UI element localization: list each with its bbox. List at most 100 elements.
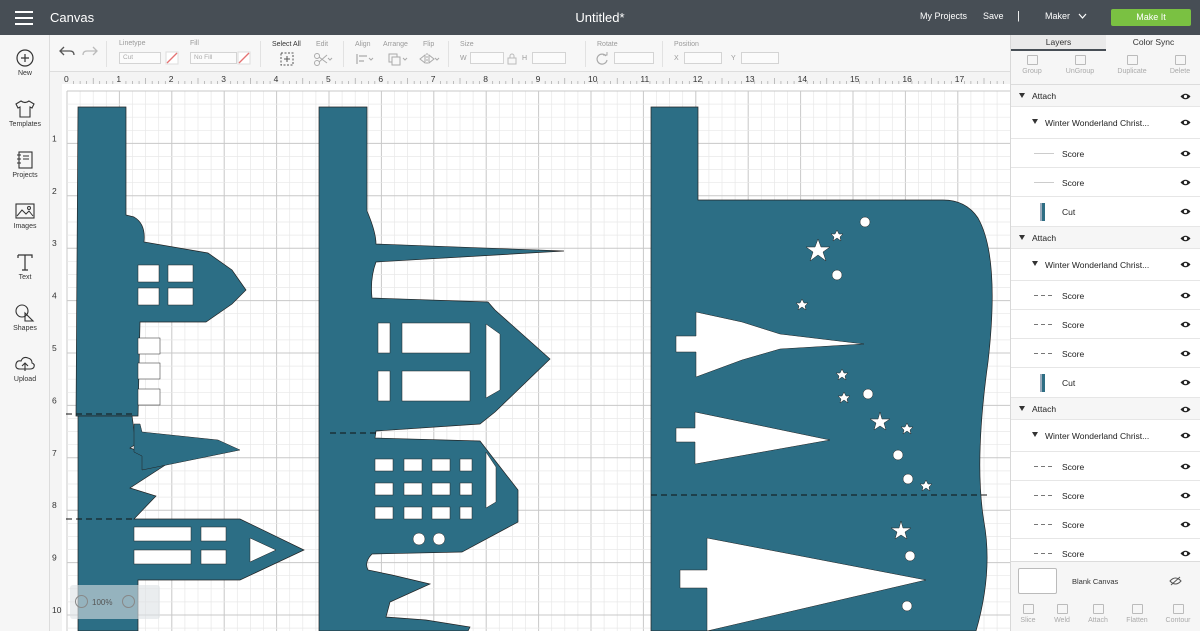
- flatten-button[interactable]: Flatten: [1118, 604, 1156, 624]
- eye-icon[interactable]: [1180, 379, 1191, 386]
- arrange-icon[interactable]: [387, 52, 409, 66]
- zoom-in-icon[interactable]: [122, 595, 135, 608]
- ruler-left-label: 10: [52, 605, 62, 615]
- layer-group-row[interactable]: Attach: [1011, 398, 1200, 420]
- eye-icon[interactable]: [1180, 321, 1191, 328]
- layer-row[interactable]: Score: [1011, 339, 1200, 368]
- layer-subgroup-row[interactable]: Winter Wonderland Christ...: [1011, 421, 1200, 452]
- ruler-top-label: 12: [693, 74, 703, 84]
- weld-button[interactable]: Weld: [1043, 604, 1081, 624]
- layer-row[interactable]: Score: [1011, 452, 1200, 481]
- flip-icon[interactable]: [418, 52, 440, 66]
- width-input[interactable]: [470, 52, 504, 64]
- undo-icon[interactable]: [59, 45, 75, 57]
- layer-group-row[interactable]: Attach: [1011, 85, 1200, 107]
- expand-caret-icon[interactable]: [1019, 93, 1025, 98]
- tab-color-sync[interactable]: Color Sync: [1106, 35, 1200, 51]
- sidebar-item-new[interactable]: New: [0, 48, 50, 77]
- tab-layers[interactable]: Layers: [1011, 35, 1106, 51]
- align-icon[interactable]: [355, 52, 375, 66]
- blank-canvas-swatch[interactable]: [1018, 568, 1057, 594]
- delete-button[interactable]: Delete: [1161, 55, 1199, 75]
- expand-caret-icon[interactable]: [1032, 261, 1038, 266]
- group-button[interactable]: Group: [1013, 55, 1051, 75]
- expand-caret-icon[interactable]: [1019, 406, 1025, 411]
- hidden-eye-icon[interactable]: [1169, 576, 1182, 586]
- eye-icon[interactable]: [1180, 406, 1191, 413]
- height-input[interactable]: [532, 52, 566, 64]
- layer-row[interactable]: Score: [1011, 510, 1200, 539]
- layer-row[interactable]: Score: [1011, 139, 1200, 168]
- slice-button[interactable]: Slice: [1009, 604, 1047, 624]
- eye-icon[interactable]: [1180, 261, 1191, 268]
- sidebar-item-projects[interactable]: Projects: [0, 150, 50, 179]
- eye-icon[interactable]: [1180, 521, 1191, 528]
- expand-caret-icon[interactable]: [1032, 119, 1038, 124]
- select-all-icon[interactable]: [280, 52, 294, 66]
- linetype-select[interactable]: Cut: [119, 52, 161, 64]
- eye-icon[interactable]: [1180, 350, 1191, 357]
- duplicate-button[interactable]: Duplicate: [1113, 55, 1151, 75]
- layer-row[interactable]: Score: [1011, 281, 1200, 310]
- layer-label: Score: [1062, 178, 1085, 188]
- eye-icon[interactable]: [1180, 93, 1191, 100]
- select-all-label[interactable]: Select All: [272, 41, 301, 48]
- design-canvas[interactable]: 0 1 2 3 4 5 6 7 8 9 10 11 12 13 14 15 16 17 1 2 3 4 5 6 7 8 9 10 1…: [50, 72, 1010, 631]
- dashed-score-icon: [1034, 324, 1054, 325]
- sidebar-item-text[interactable]: Text: [0, 252, 50, 281]
- color-swatch-icon[interactable]: [165, 51, 179, 65]
- zoom-control[interactable]: 100%: [70, 585, 160, 619]
- eye-icon[interactable]: [1180, 492, 1191, 499]
- save-button[interactable]: Save: [983, 11, 1004, 21]
- eye-icon[interactable]: [1180, 179, 1191, 186]
- attach-button[interactable]: Attach: [1079, 604, 1117, 624]
- fill-swatch-icon[interactable]: [237, 51, 251, 65]
- menu-icon[interactable]: [15, 11, 33, 25]
- eye-icon[interactable]: [1180, 208, 1191, 215]
- dashed-score-icon: [1034, 466, 1054, 467]
- eye-icon[interactable]: [1180, 150, 1191, 157]
- layer-row[interactable]: Score: [1011, 310, 1200, 339]
- contour-button[interactable]: Contour: [1159, 604, 1197, 624]
- zoom-out-icon[interactable]: [75, 595, 88, 608]
- chevron-down-icon[interactable]: [1078, 13, 1087, 19]
- house-piece-left[interactable]: [75, 106, 247, 417]
- eye-icon[interactable]: [1180, 119, 1191, 126]
- scissors-icon[interactable]: [313, 52, 333, 66]
- layer-row[interactable]: Cut: [1011, 368, 1200, 398]
- canvas-drawing[interactable]: 0 1 2 3 4 5 6 7 8 9 10 11 12 13 14 15 16 17 12345678910: [50, 72, 1010, 631]
- eye-icon[interactable]: [1180, 550, 1191, 557]
- y-position-input[interactable]: [741, 52, 779, 64]
- eye-icon[interactable]: [1180, 292, 1191, 299]
- layer-row[interactable]: Score: [1011, 168, 1200, 197]
- rotate-input[interactable]: [614, 52, 654, 64]
- sidebar-item-shapes[interactable]: Shapes: [0, 303, 50, 332]
- x-position-input[interactable]: [684, 52, 722, 64]
- layer-row[interactable]: Score: [1011, 539, 1200, 561]
- house-piece-middle[interactable]: [318, 106, 565, 631]
- redo-icon[interactable]: [82, 45, 98, 57]
- sidebar-item-upload[interactable]: Upload: [0, 354, 50, 383]
- my-projects-link[interactable]: My Projects: [920, 11, 967, 21]
- make-it-button[interactable]: Make It: [1111, 9, 1191, 26]
- sidebar-item-templates[interactable]: Templates: [0, 99, 50, 128]
- sidebar-item-images[interactable]: Images: [0, 201, 50, 230]
- design-shapes[interactable]: [56, 106, 993, 631]
- eye-icon[interactable]: [1180, 463, 1191, 470]
- eye-icon[interactable]: [1180, 235, 1191, 242]
- ruler-top-label: 4: [274, 74, 279, 84]
- fill-select[interactable]: No Fill: [190, 52, 237, 64]
- notebook-icon: [17, 151, 33, 169]
- expand-caret-icon[interactable]: [1019, 235, 1025, 240]
- rotate-icon[interactable]: [595, 52, 609, 66]
- eye-icon[interactable]: [1180, 432, 1191, 439]
- layer-row[interactable]: Cut: [1011, 197, 1200, 227]
- layer-group-row[interactable]: Attach: [1011, 227, 1200, 249]
- layer-subgroup-row[interactable]: Winter Wonderland Christ...: [1011, 108, 1200, 139]
- layer-subgroup-row[interactable]: Winter Wonderland Christ...: [1011, 250, 1200, 281]
- machine-select[interactable]: Maker: [1045, 11, 1070, 21]
- expand-caret-icon[interactable]: [1032, 432, 1038, 437]
- lock-icon[interactable]: [507, 53, 517, 65]
- layer-row[interactable]: Score: [1011, 481, 1200, 510]
- ungroup-button[interactable]: UnGroup: [1061, 55, 1099, 75]
